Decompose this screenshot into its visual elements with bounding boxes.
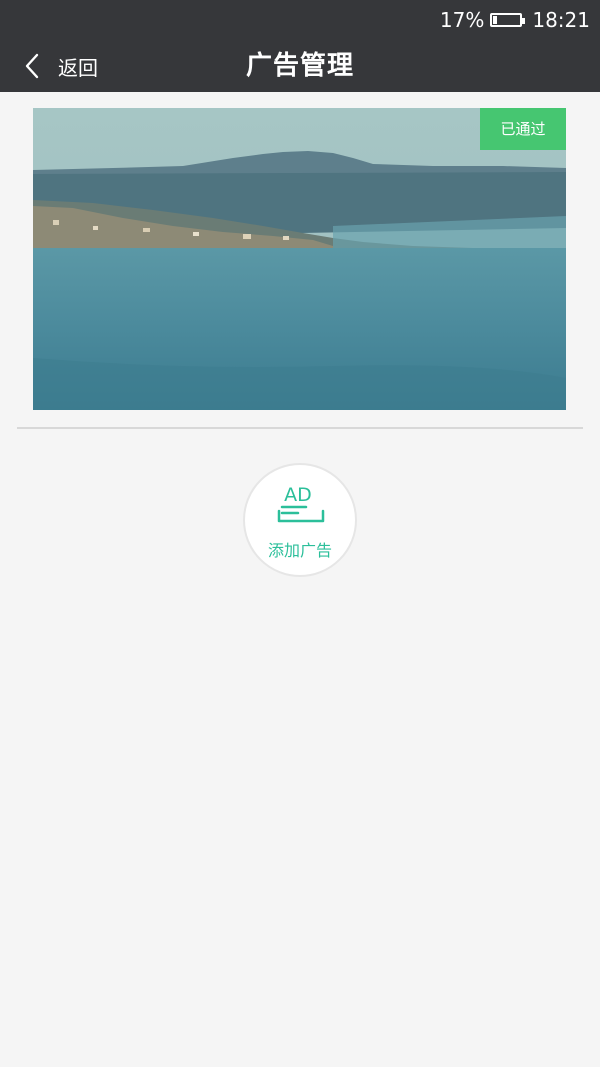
app-header: 返回 广告管理 [0, 40, 600, 92]
add-ad-button[interactable]: AD 添加广告 [243, 463, 357, 577]
status-bar: 17% 18:21 [0, 0, 600, 40]
battery-icon [490, 13, 526, 27]
clock: 18:21 [532, 8, 590, 32]
status-indicators: 17% 18:21 [440, 6, 590, 34]
status-badge: 已通过 [480, 108, 566, 150]
page-title: 广告管理 [245, 51, 354, 81]
ad-image [33, 108, 566, 410]
ad-item-card[interactable]: 已通过 [33, 108, 566, 410]
battery-level-fill [493, 16, 498, 24]
divider [17, 427, 583, 429]
battery-percent: 17% [439, 8, 485, 32]
ad-icon-text: AD [284, 484, 312, 506]
add-ad-label: 添加广告 [267, 541, 332, 560]
ad-tray-icon: AD [276, 483, 326, 525]
